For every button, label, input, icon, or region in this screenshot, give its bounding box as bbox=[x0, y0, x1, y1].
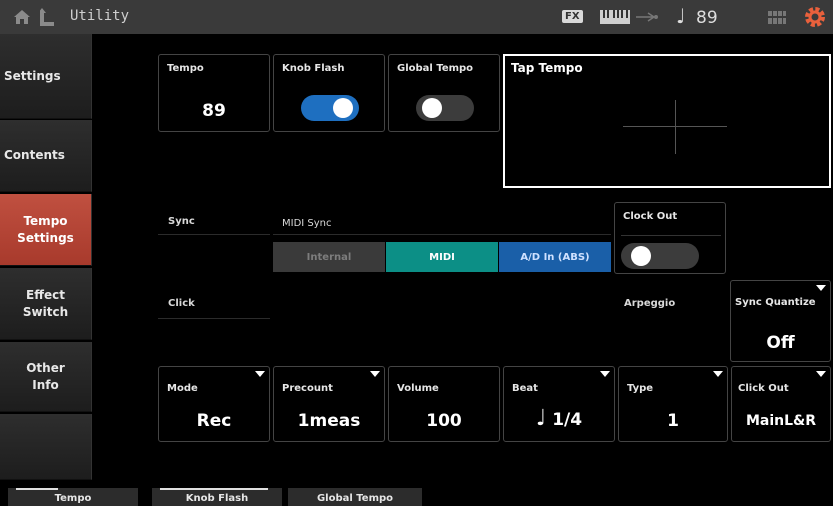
click-out-cell[interactable]: Click Out MainL&R bbox=[731, 366, 831, 442]
top-bar: Utility FX ♩ 89 bbox=[0, 0, 833, 34]
midi-sync-midi-option[interactable]: MIDI bbox=[386, 242, 498, 272]
sidebar-item-effect-switch[interactable]: Effect Switch bbox=[0, 268, 92, 340]
sidebar-item-other-info[interactable]: Other Info bbox=[0, 342, 92, 412]
sidebar-item-contents[interactable]: Contents bbox=[0, 120, 92, 192]
sidebar-item-label: Other Info bbox=[26, 360, 65, 392]
divider bbox=[621, 235, 721, 236]
knob-flash-label: Knob Flash bbox=[282, 63, 345, 74]
tempo-value[interactable]: 89 bbox=[159, 101, 269, 121]
beat-label: Beat bbox=[512, 383, 538, 394]
volume-cell[interactable]: Volume 100 bbox=[388, 366, 500, 442]
precount-label: Precount bbox=[282, 383, 333, 394]
midi-sync-ad-in-option[interactable]: A/D In (ABS) bbox=[499, 242, 611, 272]
dropdown-triangle-icon bbox=[600, 371, 610, 377]
fx-badge: FX bbox=[562, 10, 583, 23]
tap-tempo-label: Tap Tempo bbox=[511, 61, 583, 75]
gear-icon[interactable] bbox=[805, 7, 825, 27]
bottom-tab-label: Global Tempo bbox=[316, 493, 394, 504]
tempo-readout: 89 bbox=[696, 8, 718, 28]
sidebar-item-tempo-settings[interactable]: Tempo Settings bbox=[0, 194, 92, 266]
clock-out-cell[interactable]: Clock Out bbox=[614, 202, 726, 274]
sidebar-item-empty bbox=[0, 414, 92, 480]
global-tempo-cell[interactable]: Global Tempo bbox=[388, 54, 500, 132]
beat-cell[interactable]: Beat ♩ 1/4 bbox=[503, 366, 615, 442]
toggle-knob bbox=[631, 246, 651, 266]
tempo-cell[interactable]: Tempo 89 bbox=[158, 54, 270, 132]
sidebar-item-label: Settings bbox=[4, 68, 61, 83]
type-label: Type bbox=[627, 383, 654, 394]
quarter-note-icon: ♩ bbox=[535, 406, 547, 431]
precount-cell[interactable]: Precount 1meas bbox=[273, 366, 385, 442]
page-title: Utility bbox=[70, 8, 130, 24]
volume-value[interactable]: 100 bbox=[389, 411, 499, 431]
midi-sync-label: MIDI Sync bbox=[282, 218, 332, 229]
precount-value[interactable]: 1meas bbox=[274, 411, 384, 431]
global-tempo-toggle[interactable] bbox=[416, 95, 474, 121]
toggle-knob bbox=[333, 98, 353, 118]
keyboard-icon bbox=[600, 10, 630, 24]
mode-value[interactable]: Rec bbox=[159, 411, 269, 431]
dropdown-triangle-icon bbox=[816, 371, 826, 377]
tap-tempo-pad[interactable]: Tap Tempo bbox=[503, 54, 831, 188]
mode-label: Mode bbox=[167, 383, 198, 394]
divider bbox=[158, 318, 270, 319]
dropdown-triangle-icon bbox=[370, 371, 380, 377]
sidebar-item-label: Tempo Settings bbox=[17, 213, 74, 245]
sidebar-item-label: Contents bbox=[4, 148, 65, 162]
dropdown-triangle-icon bbox=[713, 371, 723, 377]
knob-flash-cell[interactable]: Knob Flash bbox=[273, 54, 385, 132]
mode-cell[interactable]: Mode Rec bbox=[158, 366, 270, 442]
note-icon: ♩ bbox=[676, 4, 686, 28]
beat-value: 1/4 bbox=[552, 410, 583, 430]
clock-out-label: Clock Out bbox=[623, 211, 678, 222]
divider bbox=[273, 234, 611, 235]
dropdown-triangle-icon bbox=[255, 371, 265, 377]
usb-icon bbox=[636, 12, 658, 22]
grid-icon[interactable] bbox=[768, 11, 786, 24]
sync-label: Sync bbox=[168, 216, 195, 227]
dropdown-triangle-icon bbox=[816, 285, 826, 291]
sync-quantize-value[interactable]: Off bbox=[731, 333, 830, 353]
sync-quantize-label: Sync Quantize bbox=[735, 297, 816, 308]
type-value[interactable]: 1 bbox=[619, 411, 727, 431]
click-label: Click bbox=[168, 298, 195, 309]
tab-indicator bbox=[160, 488, 268, 490]
bottom-tab-tempo[interactable]: Tempo bbox=[8, 488, 138, 506]
bottom-tab-global-tempo[interactable]: Global Tempo bbox=[288, 488, 422, 506]
type-cell[interactable]: Type 1 bbox=[618, 366, 728, 442]
bottom-tab-label: Tempo bbox=[54, 493, 92, 504]
divider bbox=[158, 234, 270, 235]
tempo-label: Tempo bbox=[167, 63, 204, 74]
toggle-knob bbox=[422, 98, 442, 118]
bottom-tab-knob-flash[interactable]: Knob Flash bbox=[152, 488, 282, 506]
sidebar: Settings Contents Tempo Settings Effect … bbox=[0, 34, 92, 480]
sync-quantize-cell[interactable]: Sync Quantize Off bbox=[730, 280, 831, 362]
sidebar-item-settings[interactable]: Settings bbox=[0, 34, 92, 119]
global-tempo-label: Global Tempo bbox=[397, 63, 474, 74]
beat-value-wrap[interactable]: ♩ 1/4 bbox=[504, 406, 614, 431]
home-icon[interactable] bbox=[14, 10, 30, 24]
tab-indicator bbox=[16, 488, 58, 490]
volume-label: Volume bbox=[397, 383, 439, 394]
click-out-label: Click Out bbox=[738, 383, 789, 394]
midi-sync-internal-option[interactable]: Internal bbox=[273, 242, 385, 272]
clock-out-toggle[interactable] bbox=[621, 243, 699, 269]
bottom-tab-label: Knob Flash bbox=[185, 493, 249, 504]
up-arrow-icon[interactable] bbox=[40, 8, 54, 26]
click-out-value[interactable]: MainL&R bbox=[732, 413, 830, 429]
knob-flash-toggle[interactable] bbox=[301, 95, 359, 121]
sidebar-item-label: Effect Switch bbox=[22, 287, 69, 319]
arpeggio-label: Arpeggio bbox=[624, 298, 676, 309]
crosshair-vertical bbox=[675, 100, 676, 154]
